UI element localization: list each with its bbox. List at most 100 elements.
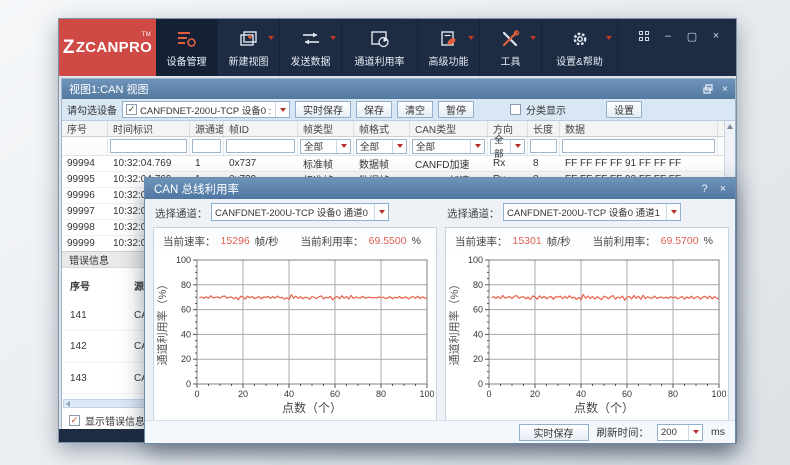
toolbar-channel-utilization[interactable]: 通道利用率 — [342, 19, 418, 76]
combo-arrow-icon[interactable] — [336, 140, 350, 153]
filter-select-value: 全部 — [304, 139, 323, 153]
rate-label: 当前速率： — [163, 234, 216, 249]
filter-select[interactable]: 全部 — [490, 139, 525, 154]
toolbar-new-view[interactable]: 新建视图 — [218, 19, 280, 76]
filter-select[interactable]: 全部 — [356, 139, 407, 154]
channel-select-label-left: 选择通道： — [155, 206, 208, 221]
svg-text:20: 20 — [181, 354, 191, 364]
column-header: 帧类型 — [298, 121, 354, 136]
toolbar-label: 发送数据 — [291, 53, 331, 68]
filter-input[interactable] — [110, 139, 187, 153]
classify-checkbox[interactable] — [510, 104, 521, 115]
filter-select[interactable]: 全部 — [300, 139, 351, 154]
toolbar-tools[interactable]: 工具 — [480, 19, 542, 76]
scroll-left-icon[interactable] — [66, 401, 70, 407]
combo-arrow-icon[interactable] — [374, 204, 388, 220]
svg-text:通道利用率（%）: 通道利用率（%） — [447, 279, 461, 366]
dropdown-caret — [268, 36, 274, 40]
toolbar-advanced-functions[interactable]: 高级功能 — [418, 19, 480, 76]
svg-text:60: 60 — [330, 389, 340, 399]
filter-cell — [560, 137, 718, 155]
refresh-time-label: 刷新时间： — [597, 425, 650, 440]
refresh-time-unit: ms — [711, 426, 725, 438]
filter-select[interactable]: 全部 — [412, 139, 485, 154]
toolbar-label: 通道利用率 — [355, 53, 405, 68]
dialog-realtime-save-button[interactable]: 实时保存 — [519, 424, 589, 441]
column-header: 数据 — [560, 121, 718, 136]
dialog-help-icon[interactable]: ? — [701, 183, 707, 195]
device-checkbox[interactable]: ✓ — [126, 104, 137, 115]
util-label: 当前利用率： — [301, 234, 364, 249]
filter-cell: 全部 — [354, 137, 410, 155]
svg-text:0: 0 — [186, 379, 191, 389]
logo-brand: ZCANPRO — [76, 39, 152, 56]
combo-arrow-icon[interactable] — [470, 140, 484, 153]
utilization-chart-left: 002020404060608080100100点数（个）通道利用率（%） — [155, 254, 436, 420]
combo-arrow-icon[interactable] — [688, 425, 702, 440]
show-errors-checkbox[interactable]: ✓ — [69, 415, 80, 426]
realtime-save-button[interactable]: 实时保存 — [295, 101, 351, 118]
column-header: 帧格式 — [354, 121, 410, 136]
svg-text:100: 100 — [468, 255, 483, 265]
filter-select-value: 全部 — [360, 139, 379, 153]
app-logo: Z ZCANPRO TM — [59, 19, 156, 76]
filter-input[interactable] — [530, 139, 557, 153]
device-combo-value: CANFDNET-200U-TCP 设备0 : — [140, 103, 271, 117]
combo-arrow-icon[interactable] — [275, 102, 289, 117]
clear-button[interactable]: 清空 — [397, 101, 433, 118]
error-info-title: 错误信息 — [69, 252, 109, 267]
device-combo[interactable]: ✓ CANFDNET-200U-TCP 设备0 : — [122, 101, 290, 118]
rate-row-right: 当前速率： 15301 帧/秒 当前利用率： 69.5700 % — [455, 233, 724, 249]
filter-cell — [108, 137, 190, 155]
util-value-right: 69.5700 — [661, 235, 699, 247]
filter-input[interactable] — [562, 139, 715, 153]
minimize-icon[interactable]: – — [658, 28, 678, 44]
combo-arrow-icon[interactable] — [510, 140, 524, 153]
dialog-close-icon[interactable]: × — [720, 183, 726, 195]
view-restore-icon[interactable] — [703, 84, 713, 94]
svg-text:80: 80 — [376, 389, 386, 399]
filter-cell — [190, 137, 224, 155]
send-data-icon — [299, 28, 323, 50]
table-filter-row: 全部全部全部全部 — [62, 137, 724, 156]
logo-tm: TM — [142, 32, 151, 38]
filter-input[interactable] — [192, 139, 221, 153]
rate-row-left: 当前速率： 15296 帧/秒 当前利用率： 69.5500 % — [163, 233, 432, 249]
scroll-up-icon[interactable] — [727, 124, 733, 129]
settings-button[interactable]: 设置 — [606, 101, 642, 118]
combo-arrow-icon[interactable] — [392, 140, 406, 153]
filter-input[interactable] — [226, 139, 295, 153]
view-close-icon[interactable]: × — [722, 84, 728, 95]
save-button[interactable]: 保存 — [356, 101, 392, 118]
layout-grid-icon[interactable] — [634, 28, 654, 44]
toolbar-settings-help[interactable]: 设置&帮助 — [542, 19, 618, 76]
combo-arrow-icon[interactable] — [666, 204, 680, 220]
column-header: 帧ID — [224, 121, 298, 136]
table-cell: 99998 — [62, 222, 108, 233]
settings-help-gear-icon — [568, 28, 592, 50]
filter-select-value: 全部 — [494, 132, 510, 160]
svg-text:0: 0 — [194, 389, 199, 399]
util-unit: % — [704, 235, 713, 247]
column-header: 长度 — [528, 121, 560, 136]
table-cell: 99999 — [62, 238, 108, 249]
refresh-time-combo[interactable]: 200 — [657, 424, 703, 441]
table-row[interactable]: 9999410:32:04.76910x737标准帧数据帧CANFD加速Rx8F… — [62, 156, 724, 172]
toolbar-send-data[interactable]: 发送数据 — [280, 19, 342, 76]
channel-combo-right[interactable]: CANFDNET-200U-TCP 设备0 通道1 — [503, 203, 681, 221]
pause-button[interactable]: 暂停 — [438, 101, 474, 118]
channel-combo-left[interactable]: CANFDNET-200U-TCP 设备0 通道0 — [211, 203, 389, 221]
toolbar-device-management[interactable]: 设备管理 — [156, 19, 218, 76]
table-cell: FF FF FF FF 91 FF FF FF — [560, 158, 718, 169]
column-header: 序号 — [62, 121, 108, 136]
table-cell: CANFD加速 — [410, 156, 488, 171]
dialog-titlebar: CAN 总线利用率 ? × — [145, 178, 735, 199]
close-icon[interactable]: × — [706, 28, 726, 44]
table-header-row: 序号时间标识源通道帧ID帧类型帧格式CAN类型方向长度数据 — [62, 121, 724, 137]
table-cell: 数据帧 — [354, 156, 410, 171]
svg-text:60: 60 — [473, 305, 483, 315]
device-management-icon — [175, 28, 199, 50]
maximize-icon[interactable]: ▢ — [682, 28, 702, 44]
channel-combo-left-value: CANFDNET-200U-TCP 设备0 通道0 — [215, 205, 368, 219]
app-titlebar: Z ZCANPRO TM 设备管理 — [59, 19, 736, 76]
